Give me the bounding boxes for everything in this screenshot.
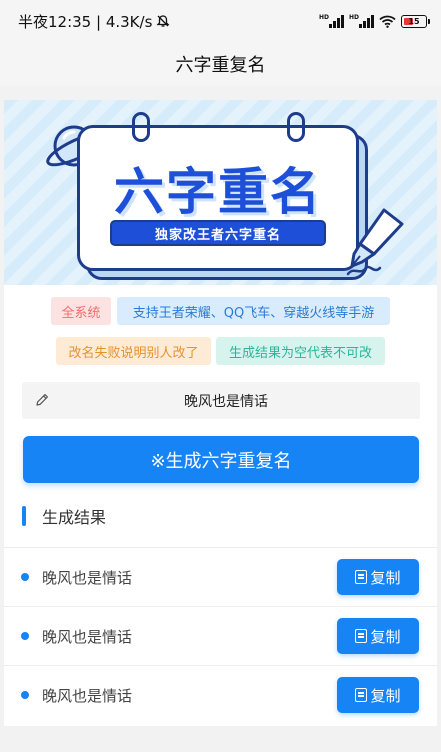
name-input-container[interactable] <box>22 382 420 419</box>
main-card: 六字重名 独家改王者六字重名 全系统 支持王者荣耀、QQ飞车、穿越火线等手游 改… <box>4 100 437 726</box>
results-heading: 生成结果 <box>22 505 106 527</box>
status-bar: 半夜12:35 | 4.3K/s HD HD 15 <box>0 0 441 42</box>
tag-label: 全系统 <box>61 305 101 321</box>
bullet-dot <box>21 691 29 699</box>
signal-icon-2: HD <box>349 14 374 28</box>
result-text: 晚风也是情话 <box>42 568 133 587</box>
status-left: 半夜12:35 | 4.3K/s <box>18 11 170 32</box>
generate-button[interactable]: ※生成六字重复名 <box>23 436 419 483</box>
copy-icon <box>355 688 368 702</box>
tag-label: 生成结果为空代表不可改 <box>228 345 372 361</box>
copy-label: 复制 <box>370 686 401 705</box>
copy-icon <box>355 629 368 643</box>
tag-rename-failed: 改名失败说明别人改了 <box>56 337 211 365</box>
result-row: 晚风也是情话 复制 <box>4 665 437 724</box>
battery-level: 15 <box>408 16 420 26</box>
result-text: 晚风也是情话 <box>42 627 133 646</box>
bullet-dot <box>21 632 29 640</box>
status-time: 半夜12:35 | 4.3K/s <box>18 12 153 31</box>
section-accent-bar <box>22 506 26 526</box>
mute-icon <box>156 15 170 27</box>
tag-supported-games: 支持王者荣耀、QQ飞车、穿越火线等手游 <box>117 297 390 325</box>
result-row: 晚风也是情话 复制 <box>4 547 437 606</box>
tag-all-systems: 全系统 <box>51 297 111 325</box>
copy-icon <box>355 570 368 584</box>
banner-image: 六字重名 独家改王者六字重名 <box>4 100 437 285</box>
fountain-pen-icon <box>346 208 404 276</box>
copy-button[interactable]: 复制 <box>337 618 419 654</box>
title-bar: 六字重复名 <box>0 42 441 86</box>
tag-empty-result: 生成结果为空代表不可改 <box>216 337 385 365</box>
banner-title: 六字重名 <box>114 163 322 221</box>
name-input[interactable] <box>22 382 420 419</box>
result-row: 晚风也是情话 复制 <box>4 606 437 665</box>
result-text: 晚风也是情话 <box>42 686 133 705</box>
binder-ring-right <box>287 112 305 142</box>
signal-icon: HD <box>319 14 344 28</box>
bullet-dot <box>21 573 29 581</box>
copy-button[interactable]: 复制 <box>337 677 419 713</box>
pencil-icon <box>36 394 48 406</box>
page-title: 六字重复名 <box>175 55 266 76</box>
status-right: HD HD 15 <box>319 14 430 28</box>
wifi-icon <box>379 15 396 28</box>
copy-label: 复制 <box>370 627 401 646</box>
tag-label: 改名失败说明别人改了 <box>68 345 199 361</box>
binder-ring-left <box>132 112 150 142</box>
results-title: 生成结果 <box>42 508 107 527</box>
battery-icon: 15 <box>401 14 430 28</box>
copy-button[interactable]: 复制 <box>337 559 419 595</box>
copy-label: 复制 <box>370 568 401 587</box>
tag-label: 支持王者荣耀、QQ飞车、穿越火线等手游 <box>132 305 375 321</box>
banner-subtitle: 独家改王者六字重名 <box>112 222 324 244</box>
generate-button-label: ※生成六字重复名 <box>150 450 292 472</box>
